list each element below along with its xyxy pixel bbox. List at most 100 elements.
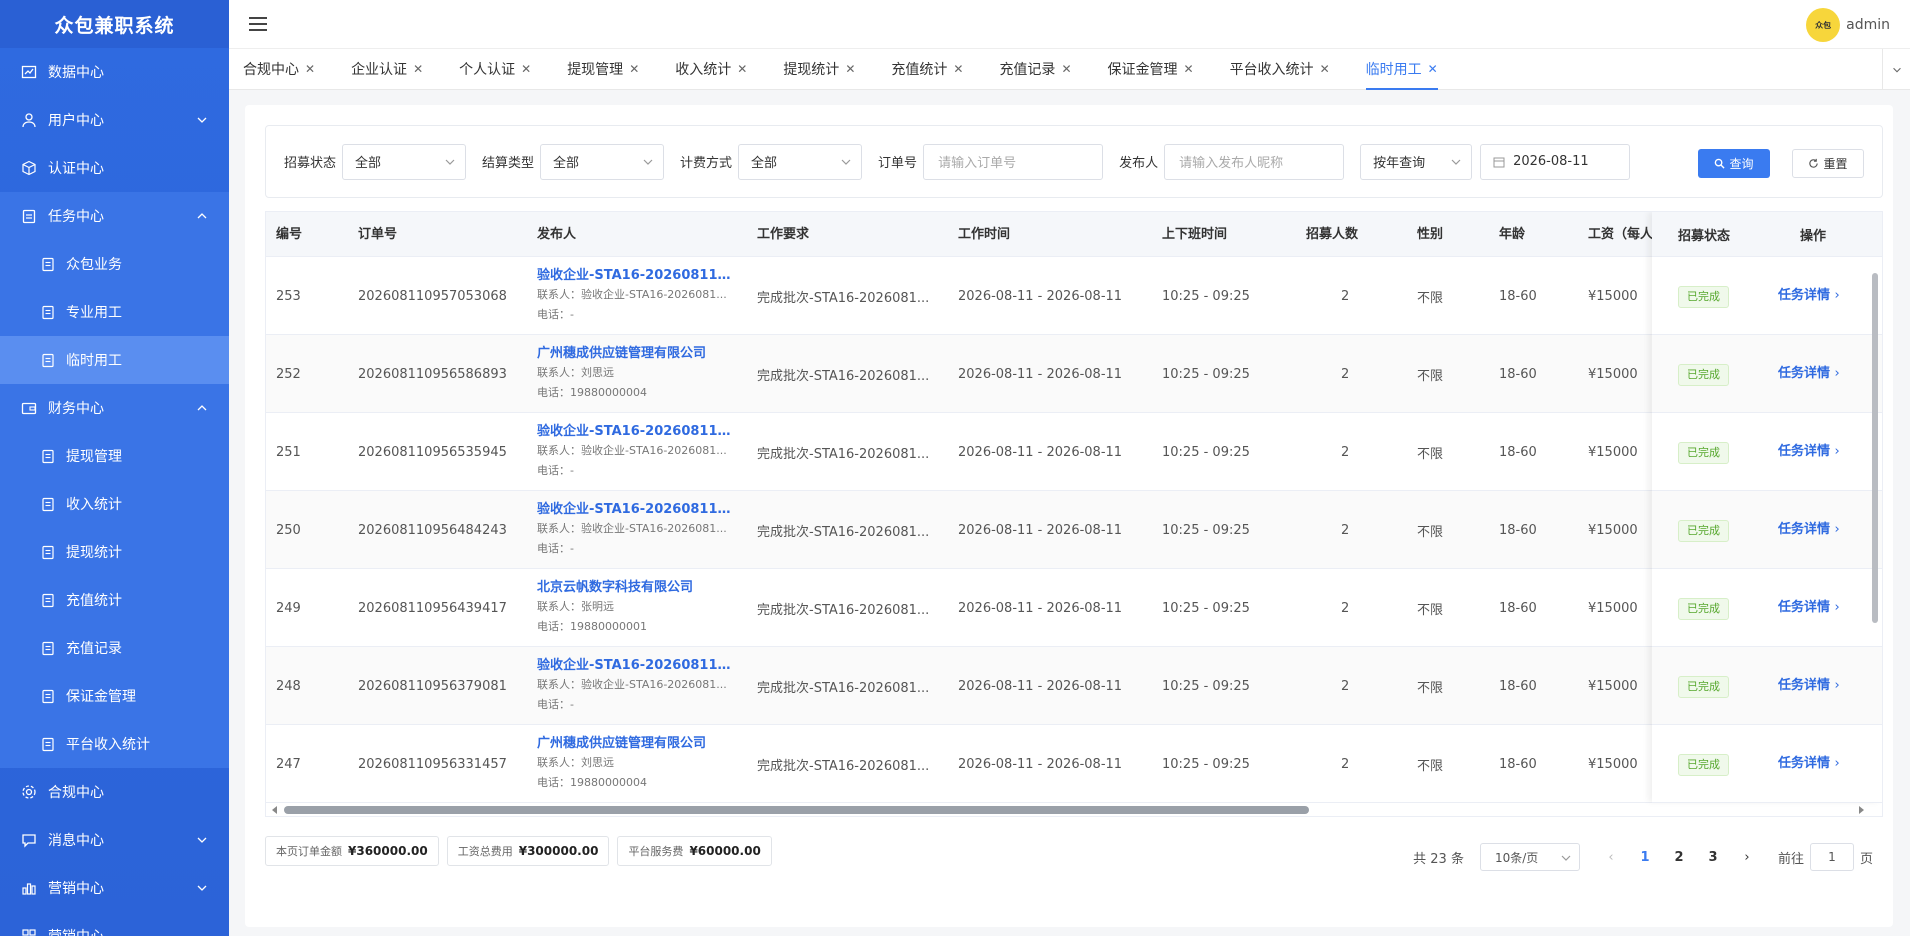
close-icon[interactable]: ✕ bbox=[1061, 62, 1071, 76]
close-icon[interactable]: ✕ bbox=[845, 62, 855, 76]
close-icon[interactable]: ✕ bbox=[737, 62, 747, 76]
fee-select[interactable]: 全部 bbox=[738, 143, 863, 180]
task-detail-link[interactable]: 任务详情 › bbox=[1778, 754, 1840, 774]
sidebar-item-crowdsourcing[interactable]: 众包业务 bbox=[0, 240, 229, 288]
tab-withdraw-stats[interactable]: 提现统计 ✕ bbox=[783, 49, 855, 90]
chevron-right-icon: › bbox=[1834, 678, 1840, 693]
tab-personal-auth[interactable]: 个人认证 ✕ bbox=[459, 49, 531, 90]
task-detail-link[interactable]: 任务详情 › bbox=[1778, 286, 1840, 306]
tab-deposit-manage[interactable]: 保证金管理 ✕ bbox=[1108, 49, 1194, 90]
sidebar-item-recharge-records[interactable]: 充值记录 bbox=[0, 624, 229, 672]
search-button[interactable]: 查询 bbox=[1698, 149, 1770, 178]
tab-recharge-stats[interactable]: 充值统计 ✕ bbox=[891, 49, 963, 90]
scroll-left-icon[interactable] bbox=[270, 805, 280, 815]
publisher-name-link[interactable]: 广州穗成供应链管理有限公司 bbox=[537, 735, 733, 753]
close-icon[interactable]: ✕ bbox=[1428, 62, 1438, 76]
vertical-scrollbar[interactable] bbox=[1870, 257, 1880, 797]
tab-income-stats[interactable]: 收入统计 ✕ bbox=[675, 49, 747, 90]
close-icon[interactable]: ✕ bbox=[521, 62, 531, 76]
publisher-phone: 电话：19880000004 bbox=[537, 386, 647, 399]
cell-wage: ¥15000 bbox=[1588, 678, 1638, 694]
tab-label: 提现统计 bbox=[783, 62, 840, 78]
settle-select[interactable]: 全部 bbox=[540, 143, 665, 180]
grid-icon bbox=[20, 927, 38, 936]
status-select[interactable]: 全部 bbox=[342, 143, 467, 180]
cell-work-time: 2026-08-11 - 2026-08-11 bbox=[958, 600, 1123, 616]
task-detail-link[interactable]: 任务详情 › bbox=[1778, 676, 1840, 696]
close-icon[interactable]: ✕ bbox=[953, 62, 963, 76]
sidebar-item-more[interactable]: 营销中心 bbox=[0, 912, 229, 936]
publisher-name-link[interactable]: 验收企业-STA16-20260811-0... bbox=[537, 423, 733, 441]
sidebar-item-user-center[interactable]: 用户中心 bbox=[0, 96, 229, 144]
sidebar-item-marketing-center[interactable]: 营销中心 bbox=[0, 864, 229, 912]
page-size-select[interactable]: 10条/页 bbox=[1479, 843, 1580, 871]
sidebar-item-task-center[interactable]: 任务中心 bbox=[0, 192, 229, 240]
tabs-more-button[interactable] bbox=[1882, 49, 1910, 90]
sidebar-item-message-center[interactable]: 消息中心 bbox=[0, 816, 229, 864]
sidebar-item-income-stats[interactable]: 收入统计 bbox=[0, 480, 229, 528]
task-detail-link[interactable]: 任务详情 › bbox=[1778, 442, 1840, 462]
horizontal-scroll-thumb[interactable] bbox=[284, 806, 1309, 814]
publisher-name-link[interactable]: 验收企业-STA16-20260811-0... bbox=[537, 501, 733, 519]
page-1[interactable]: 1 bbox=[1628, 850, 1662, 865]
fee-filter-label: 计费方式 bbox=[680, 156, 733, 171]
tab-label: 充值记录 bbox=[999, 62, 1056, 78]
publisher-contact: 联系人：张明远 bbox=[537, 600, 614, 613]
task-detail-link[interactable]: 任务详情 › bbox=[1778, 520, 1840, 540]
fixed-row: 已完成 任务详情 › bbox=[1652, 335, 1882, 413]
close-icon[interactable]: ✕ bbox=[629, 62, 639, 76]
reset-button[interactable]: 重置 bbox=[1792, 149, 1864, 178]
sidebar-item-withdraw-manage[interactable]: 提现管理 bbox=[0, 432, 229, 480]
next-page-button[interactable]: › bbox=[1730, 850, 1764, 865]
tab-temporary-work[interactable]: 临时用工 ✕ bbox=[1365, 49, 1438, 90]
cell-publisher: 验收企业-STA16-20260811-0... 联系人：验收企业-STA16-… bbox=[537, 423, 733, 481]
publisher-name-link[interactable]: 北京云帆数字科技有限公司 bbox=[537, 579, 733, 597]
tab-recharge-records[interactable]: 充值记录 ✕ bbox=[999, 49, 1071, 90]
avatar[interactable]: 众包 bbox=[1806, 8, 1841, 42]
sidebar-item-auth-center[interactable]: 认证中心 bbox=[0, 144, 229, 192]
tab-platform-income[interactable]: 平台收入统计 ✕ bbox=[1230, 49, 1330, 90]
task-detail-link[interactable]: 任务详情 › bbox=[1778, 598, 1840, 618]
chevron-down-icon bbox=[1892, 67, 1901, 73]
task-detail-link[interactable]: 任务详情 › bbox=[1778, 364, 1840, 384]
cell-age: 18-60 bbox=[1499, 444, 1537, 460]
publisher-name-link[interactable]: 广州穗成供应链管理有限公司 bbox=[537, 345, 733, 363]
sidebar-item-deposit-manage[interactable]: 保证金管理 bbox=[0, 672, 229, 720]
prev-page-button[interactable]: ‹ bbox=[1594, 850, 1628, 865]
close-icon[interactable]: ✕ bbox=[305, 62, 315, 76]
sidebar-item-data-center[interactable]: 数据中心 bbox=[0, 48, 229, 96]
sidebar-item-withdraw-stats[interactable]: 提现统计 bbox=[0, 528, 229, 576]
sidebar-item-compliance-center[interactable]: 合规中心 bbox=[0, 768, 229, 816]
publisher-name-link[interactable]: 验收企业-STA16-20260811-0... bbox=[537, 657, 733, 675]
order-input[interactable]: 请输入订单号 bbox=[923, 143, 1104, 180]
page-2[interactable]: 2 bbox=[1662, 850, 1696, 865]
status-badge: 已完成 bbox=[1678, 676, 1729, 698]
sidebar-item-platform-income[interactable]: 平台收入统计 bbox=[0, 720, 229, 768]
close-icon[interactable]: ✕ bbox=[1320, 62, 1330, 76]
tab-enterprise-auth[interactable]: 企业认证 ✕ bbox=[351, 49, 423, 90]
page-3[interactable]: 3 bbox=[1696, 850, 1730, 865]
vertical-scroll-thumb[interactable] bbox=[1872, 273, 1878, 623]
document-icon bbox=[40, 640, 56, 656]
sidebar-item-professional[interactable]: 专业用工 bbox=[0, 288, 229, 336]
scroll-right-icon[interactable] bbox=[1856, 805, 1866, 815]
cell-count: 2 bbox=[1341, 366, 1350, 382]
close-icon[interactable]: ✕ bbox=[1184, 62, 1194, 76]
publisher-name-link[interactable]: 验收企业-STA16-20260811-0... bbox=[537, 267, 733, 285]
menu-toggle-icon[interactable] bbox=[249, 17, 267, 31]
cell-count: 2 bbox=[1341, 444, 1350, 460]
sidebar-item-recharge-stats[interactable]: 充值统计 bbox=[0, 576, 229, 624]
publisher-input[interactable]: 请输入发布人昵称 bbox=[1164, 143, 1345, 180]
tab-withdraw-manage[interactable]: 提现管理 ✕ bbox=[567, 49, 639, 90]
horizontal-scrollbar[interactable] bbox=[266, 802, 1882, 816]
goto-page-input[interactable]: 1 bbox=[1809, 843, 1854, 871]
sidebar-item-finance-center[interactable]: 财务中心 bbox=[0, 384, 229, 432]
close-icon[interactable]: ✕ bbox=[413, 62, 423, 76]
username[interactable]: admin bbox=[1846, 17, 1890, 33]
col-publisher: 发布人 bbox=[537, 227, 577, 242]
user-menu[interactable]: 众包 admin bbox=[1806, 8, 1890, 42]
date-picker[interactable]: 2026-08-11 bbox=[1480, 143, 1631, 180]
sidebar-item-temporary[interactable]: 临时用工 bbox=[0, 336, 229, 384]
period-select[interactable]: 按年查询 bbox=[1360, 143, 1473, 180]
tab-compliance[interactable]: 合规中心 ✕ bbox=[243, 49, 315, 90]
